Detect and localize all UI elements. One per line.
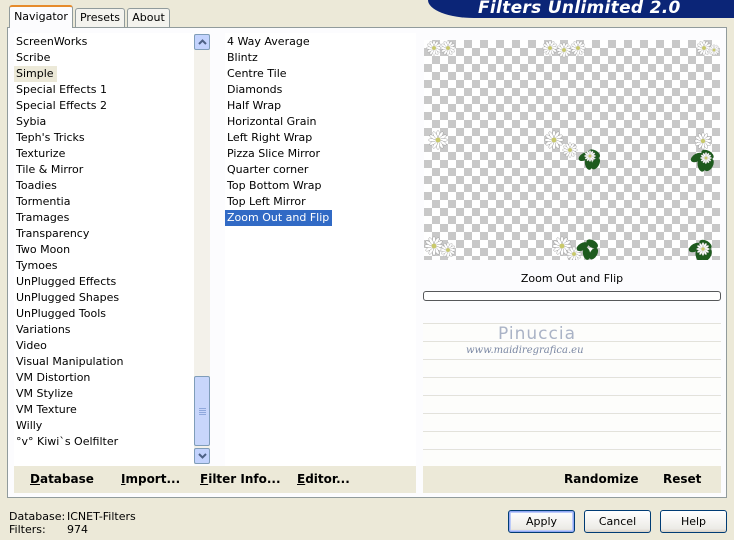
link-label: Editor...: [297, 472, 350, 486]
parameter-row: [423, 377, 721, 394]
parameter-row: [423, 359, 721, 376]
apply-button[interactable]: Apply: [508, 510, 575, 533]
tab-about[interactable]: About: [127, 8, 170, 27]
list-item[interactable]: UnPlugged Tools: [14, 306, 109, 322]
link-label: Database: [30, 472, 94, 486]
list-item[interactable]: Blintz: [225, 50, 261, 66]
filter-info-link[interactable]: Filter Info...: [200, 472, 281, 486]
list-item[interactable]: Scribe: [14, 50, 53, 66]
list-item[interactable]: Top Left Mirror: [225, 194, 309, 210]
flower-icon: [440, 242, 456, 258]
list-item[interactable]: Transparency: [14, 226, 92, 242]
list-item[interactable]: Video: [14, 338, 50, 354]
filter-list[interactable]: 4 Way Average Blintz Centre Tile Diamonds Ha…: [225, 33, 416, 466]
list-item[interactable]: Zoom Out and Flip: [225, 210, 333, 226]
randomize-button[interactable]: Randomize: [564, 472, 638, 486]
scroll-up-button[interactable]: [194, 34, 210, 50]
list-item[interactable]: VM Distortion: [14, 370, 93, 386]
watermark-name: Pinuccia: [498, 324, 576, 344]
tab-presets[interactable]: Presets: [75, 8, 125, 27]
grip-icon: [198, 407, 206, 415]
watermark-url: www.maidiregrafica.eu: [466, 345, 584, 356]
editor-link[interactable]: Editor...: [297, 472, 350, 486]
tab-navigator[interactable]: Navigator: [9, 5, 73, 28]
parameter-row: [423, 395, 721, 412]
list-item[interactable]: Tramages: [14, 210, 72, 226]
list-item[interactable]: Tile & Mirror: [14, 162, 86, 178]
list-item[interactable]: Tormentia: [14, 194, 73, 210]
scroll-thumb[interactable]: [194, 376, 210, 446]
list-item[interactable]: Quarter corner: [225, 162, 311, 178]
filters-count: 974: [67, 523, 88, 536]
progress-bar: [423, 291, 721, 301]
category-scrollbar[interactable]: [194, 34, 210, 464]
category-list[interactable]: ScreenWorks Scribe Simple Special Effects 1…: [14, 33, 194, 466]
list-item[interactable]: Texturize: [14, 146, 68, 162]
list-item[interactable]: UnPlugged Effects: [14, 274, 119, 290]
database-label: Database:: [9, 510, 66, 523]
list-item[interactable]: Diamonds: [225, 82, 285, 98]
reset-button[interactable]: Reset: [663, 472, 701, 486]
selected-filter-name: Zoom Out and Flip: [520, 272, 624, 285]
list-item[interactable]: VM Stylize: [14, 386, 76, 402]
flower-icon: [696, 242, 710, 256]
list-item[interactable]: Centre Tile: [225, 66, 290, 82]
scroll-down-button[interactable]: [194, 448, 210, 464]
flower-icon: [544, 130, 564, 150]
chevron-down-icon: [197, 453, 207, 459]
list-item[interactable]: Visual Manipulation: [14, 354, 126, 370]
flower-icon: [428, 130, 448, 150]
list-item[interactable]: Teph's Tricks: [14, 130, 88, 146]
filter-link-bar: Database Import... Filter Info... Editor…: [14, 466, 416, 493]
list-item[interactable]: Top Bottom Wrap: [225, 178, 325, 194]
list-item[interactable]: Willy: [14, 418, 45, 434]
parameter-row: [423, 449, 721, 466]
import-link[interactable]: Import...: [121, 472, 180, 486]
flower-icon: [708, 44, 720, 56]
list-item[interactable]: Pizza Slice Mirror: [225, 146, 323, 162]
banner-title: Filters Unlimited 2.0: [478, 0, 681, 18]
list-item[interactable]: Half Wrap: [225, 98, 284, 114]
list-item[interactable]: Tymoes: [14, 258, 60, 274]
parameter-row: [423, 413, 721, 430]
list-item[interactable]: Variations: [14, 322, 74, 338]
database-value: ICNET-Filters: [67, 510, 136, 523]
list-item[interactable]: Two Moon: [14, 242, 73, 258]
link-label: Filter Info...: [200, 472, 281, 486]
flower-icon: [440, 40, 456, 56]
list-item[interactable]: Special Effects 1: [14, 82, 110, 98]
list-item[interactable]: Special Effects 2: [14, 98, 110, 114]
list-item[interactable]: Simple: [14, 66, 57, 82]
database-link[interactable]: Database: [30, 472, 94, 486]
list-item[interactable]: Left Right Wrap: [225, 130, 315, 146]
list-item[interactable]: °v° Kiwi`s Oelfilter: [14, 434, 121, 450]
chevron-up-icon: [197, 39, 207, 45]
list-item[interactable]: VM Texture: [14, 402, 80, 418]
list-item[interactable]: 4 Way Average: [225, 34, 313, 50]
parameter-row: [423, 431, 721, 448]
link-label: Import...: [121, 472, 181, 486]
list-item[interactable]: Sybia: [14, 114, 49, 130]
flower-icon: [700, 152, 712, 164]
list-item[interactable]: ScreenWorks: [14, 34, 90, 50]
flower-icon: [570, 40, 586, 56]
cancel-button[interactable]: Cancel: [584, 510, 651, 533]
help-button[interactable]: Help: [660, 510, 727, 533]
leaf-icon: [576, 239, 599, 260]
filters-label: Filters:: [9, 523, 46, 536]
list-item[interactable]: UnPlugged Shapes: [14, 290, 122, 306]
preset-link-bar: Randomize Reset: [423, 466, 721, 493]
preview-image: [424, 40, 720, 260]
flower-icon: [584, 150, 596, 162]
list-item[interactable]: Toadies: [14, 178, 60, 194]
list-item[interactable]: Horizontal Grain: [225, 114, 319, 130]
